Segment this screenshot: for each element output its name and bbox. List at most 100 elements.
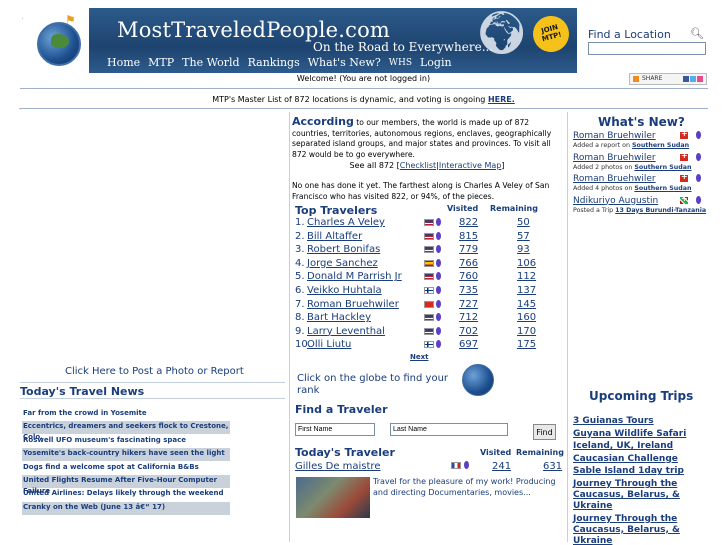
remaining-count[interactable]: 50: [517, 217, 530, 228]
remaining-count[interactable]: 137: [517, 285, 536, 296]
activity-text: Added a report on: [573, 142, 633, 149]
todays-remaining-value[interactable]: 631: [543, 461, 562, 472]
globe-icon[interactable]: [462, 364, 494, 396]
globe-logo-icon[interactable]: [37, 22, 81, 66]
news-item[interactable]: United Airlines: Delays likely through t…: [22, 488, 232, 501]
visited-count[interactable]: 760: [459, 271, 478, 282]
next-link[interactable]: Next: [410, 353, 428, 361]
trip-link[interactable]: Caucasian Challenge: [573, 454, 708, 465]
nav-home[interactable]: Home: [107, 56, 140, 69]
whats-new-item: Ndikuriyo AugustinPosted a Trip 13 Days …: [573, 194, 708, 218]
news-item[interactable]: Dogs find a welcome spot at California B…: [22, 462, 232, 475]
remaining-count[interactable]: 160: [517, 312, 536, 323]
news-item[interactable]: United Flights Resume After Five-Hour Co…: [22, 474, 230, 495]
visited-count[interactable]: 735: [459, 285, 478, 296]
rank-number: 6.: [295, 284, 305, 296]
activity-link[interactable]: Southern Sudan: [634, 185, 691, 192]
post-photo-link[interactable]: Click Here to Post a Photo or Report: [65, 366, 244, 377]
news-item[interactable]: Eccentrics, dreamers and seekers flock t…: [22, 421, 230, 441]
member-name-link[interactable]: Roman Bruehwiler: [573, 131, 656, 141]
see-all-suffix: ]: [501, 161, 505, 170]
remaining-count[interactable]: 93: [517, 244, 530, 255]
activity-link[interactable]: Southern Sudan: [632, 142, 689, 149]
nav-whs[interactable]: WHS: [389, 56, 412, 69]
news-item[interactable]: Far from the crowd in Yosemite: [22, 408, 232, 421]
nav-mtp[interactable]: MTP: [148, 56, 174, 69]
last-name-input[interactable]: [390, 423, 508, 436]
trip-link[interactable]: Journey Through the Caucasus, Belarus, &…: [573, 514, 708, 545]
activity-link[interactable]: Southern Sudan: [634, 164, 691, 171]
remaining-count[interactable]: 170: [517, 326, 536, 337]
traveler-name-link[interactable]: Larry Leventhal: [307, 326, 385, 337]
member-name-link[interactable]: Roman Bruehwiler: [573, 174, 656, 184]
pin-icon: [696, 174, 701, 182]
rank-number: 4.: [295, 257, 305, 269]
news-item[interactable]: Yosemite's back-country hikers have seen…: [22, 448, 230, 462]
nav-rankings[interactable]: Rankings: [248, 56, 300, 69]
activity-link[interactable]: 13 Days Burundi-Tanzania: [615, 207, 706, 214]
master-here-link[interactable]: HERE.: [488, 95, 515, 104]
traveler-name-link[interactable]: Donald M Parrish Jr: [307, 271, 402, 282]
share-button[interactable]: SHARE: [629, 73, 707, 85]
news-item[interactable]: Roswell UFO museum's fascinating space: [22, 435, 232, 448]
traveler-row: 5. Donald M Parrish Jr 760 112: [295, 270, 545, 284]
traveler-name-link[interactable]: Bart Hackley: [307, 312, 371, 323]
visited-count[interactable]: 766: [459, 258, 478, 269]
find-location-input[interactable]: [588, 42, 706, 55]
nav-whats-new[interactable]: What's New?: [308, 56, 381, 69]
todays-visited-value[interactable]: 241: [492, 461, 511, 472]
see-all-prefix: See all 872 [: [349, 161, 400, 170]
remaining-count[interactable]: 106: [517, 258, 536, 269]
find-button[interactable]: Find: [533, 424, 556, 440]
visited-count[interactable]: 697: [459, 339, 478, 350]
traveler-row: 10. Olli Liutu 697 175: [295, 338, 545, 352]
activity-description: Added 2 photos on Southern Sudan: [573, 164, 692, 171]
divider: [20, 108, 708, 109]
country-flag-icon: [424, 327, 434, 335]
trip-link[interactable]: Guyana Wildlife Safari: [573, 429, 708, 440]
traveler-name-link[interactable]: Olli Liutu: [307, 339, 351, 350]
traveler-photo[interactable]: [296, 477, 370, 518]
remaining-count[interactable]: 112: [517, 271, 536, 282]
upcoming-trips-title: Upcoming Trips: [589, 389, 694, 403]
traveler-name-link[interactable]: Robert Bonifas: [307, 244, 380, 255]
interactive-map-link[interactable]: Interactive Map: [439, 161, 502, 170]
traveler-name-link[interactable]: Jorge Sanchez: [307, 258, 378, 269]
country-flag-icon: [424, 259, 434, 267]
checklist-link[interactable]: Checklist: [400, 161, 436, 170]
member-name-link[interactable]: Roman Bruehwiler: [573, 153, 656, 163]
visited-count[interactable]: 712: [459, 312, 478, 323]
trip-link[interactable]: Iceland, UK, Ireland: [573, 441, 708, 452]
visited-count[interactable]: 702: [459, 326, 478, 337]
pin-icon: [436, 231, 441, 240]
visited-count[interactable]: 815: [459, 231, 478, 242]
site-title[interactable]: MostTraveledPeople.com: [117, 18, 390, 42]
traveler-name-link[interactable]: Charles A Veley: [307, 217, 385, 228]
rank-number: 9.: [295, 325, 305, 337]
country-flag-icon: [424, 300, 434, 308]
remaining-count[interactable]: 57: [517, 231, 530, 242]
trip-link[interactable]: Sable Island 1day trip: [573, 466, 708, 477]
remaining-count[interactable]: 175: [517, 339, 536, 350]
visited-count[interactable]: 822: [459, 217, 478, 228]
travel-news-title: Today's Travel News: [20, 385, 145, 398]
todays-traveler-name[interactable]: Gilles De maistre: [295, 461, 380, 472]
country-flag-icon: [424, 286, 434, 294]
remaining-count[interactable]: 145: [517, 299, 536, 310]
activity-description: Added 4 photos on Southern Sudan: [573, 185, 692, 192]
pin-icon: [436, 272, 441, 281]
traveler-name-link[interactable]: Veikko Huhtala: [307, 285, 382, 296]
first-name-input[interactable]: [295, 423, 375, 436]
master-text: MTP's Master List of 872 locations is dy…: [212, 95, 486, 104]
nav-login[interactable]: Login: [420, 56, 452, 69]
traveler-name-link[interactable]: Roman Bruehwiler: [307, 299, 399, 310]
trip-link[interactable]: 3 Guianas Tours: [573, 416, 708, 427]
traveler-name-link[interactable]: Bill Altaffer: [307, 231, 362, 242]
trip-link[interactable]: Journey Through the Caucasus, Belarus, &…: [573, 479, 708, 512]
news-item[interactable]: Cranky on the Web (June 13 â€“ 17): [22, 501, 230, 515]
visited-count[interactable]: 727: [459, 299, 478, 310]
member-name-link[interactable]: Ndikuriyo Augustin: [573, 196, 658, 206]
visited-count[interactable]: 779: [459, 244, 478, 255]
search-icon[interactable]: 🔍︎: [690, 27, 704, 40]
nav-the-world[interactable]: The World: [182, 56, 239, 69]
